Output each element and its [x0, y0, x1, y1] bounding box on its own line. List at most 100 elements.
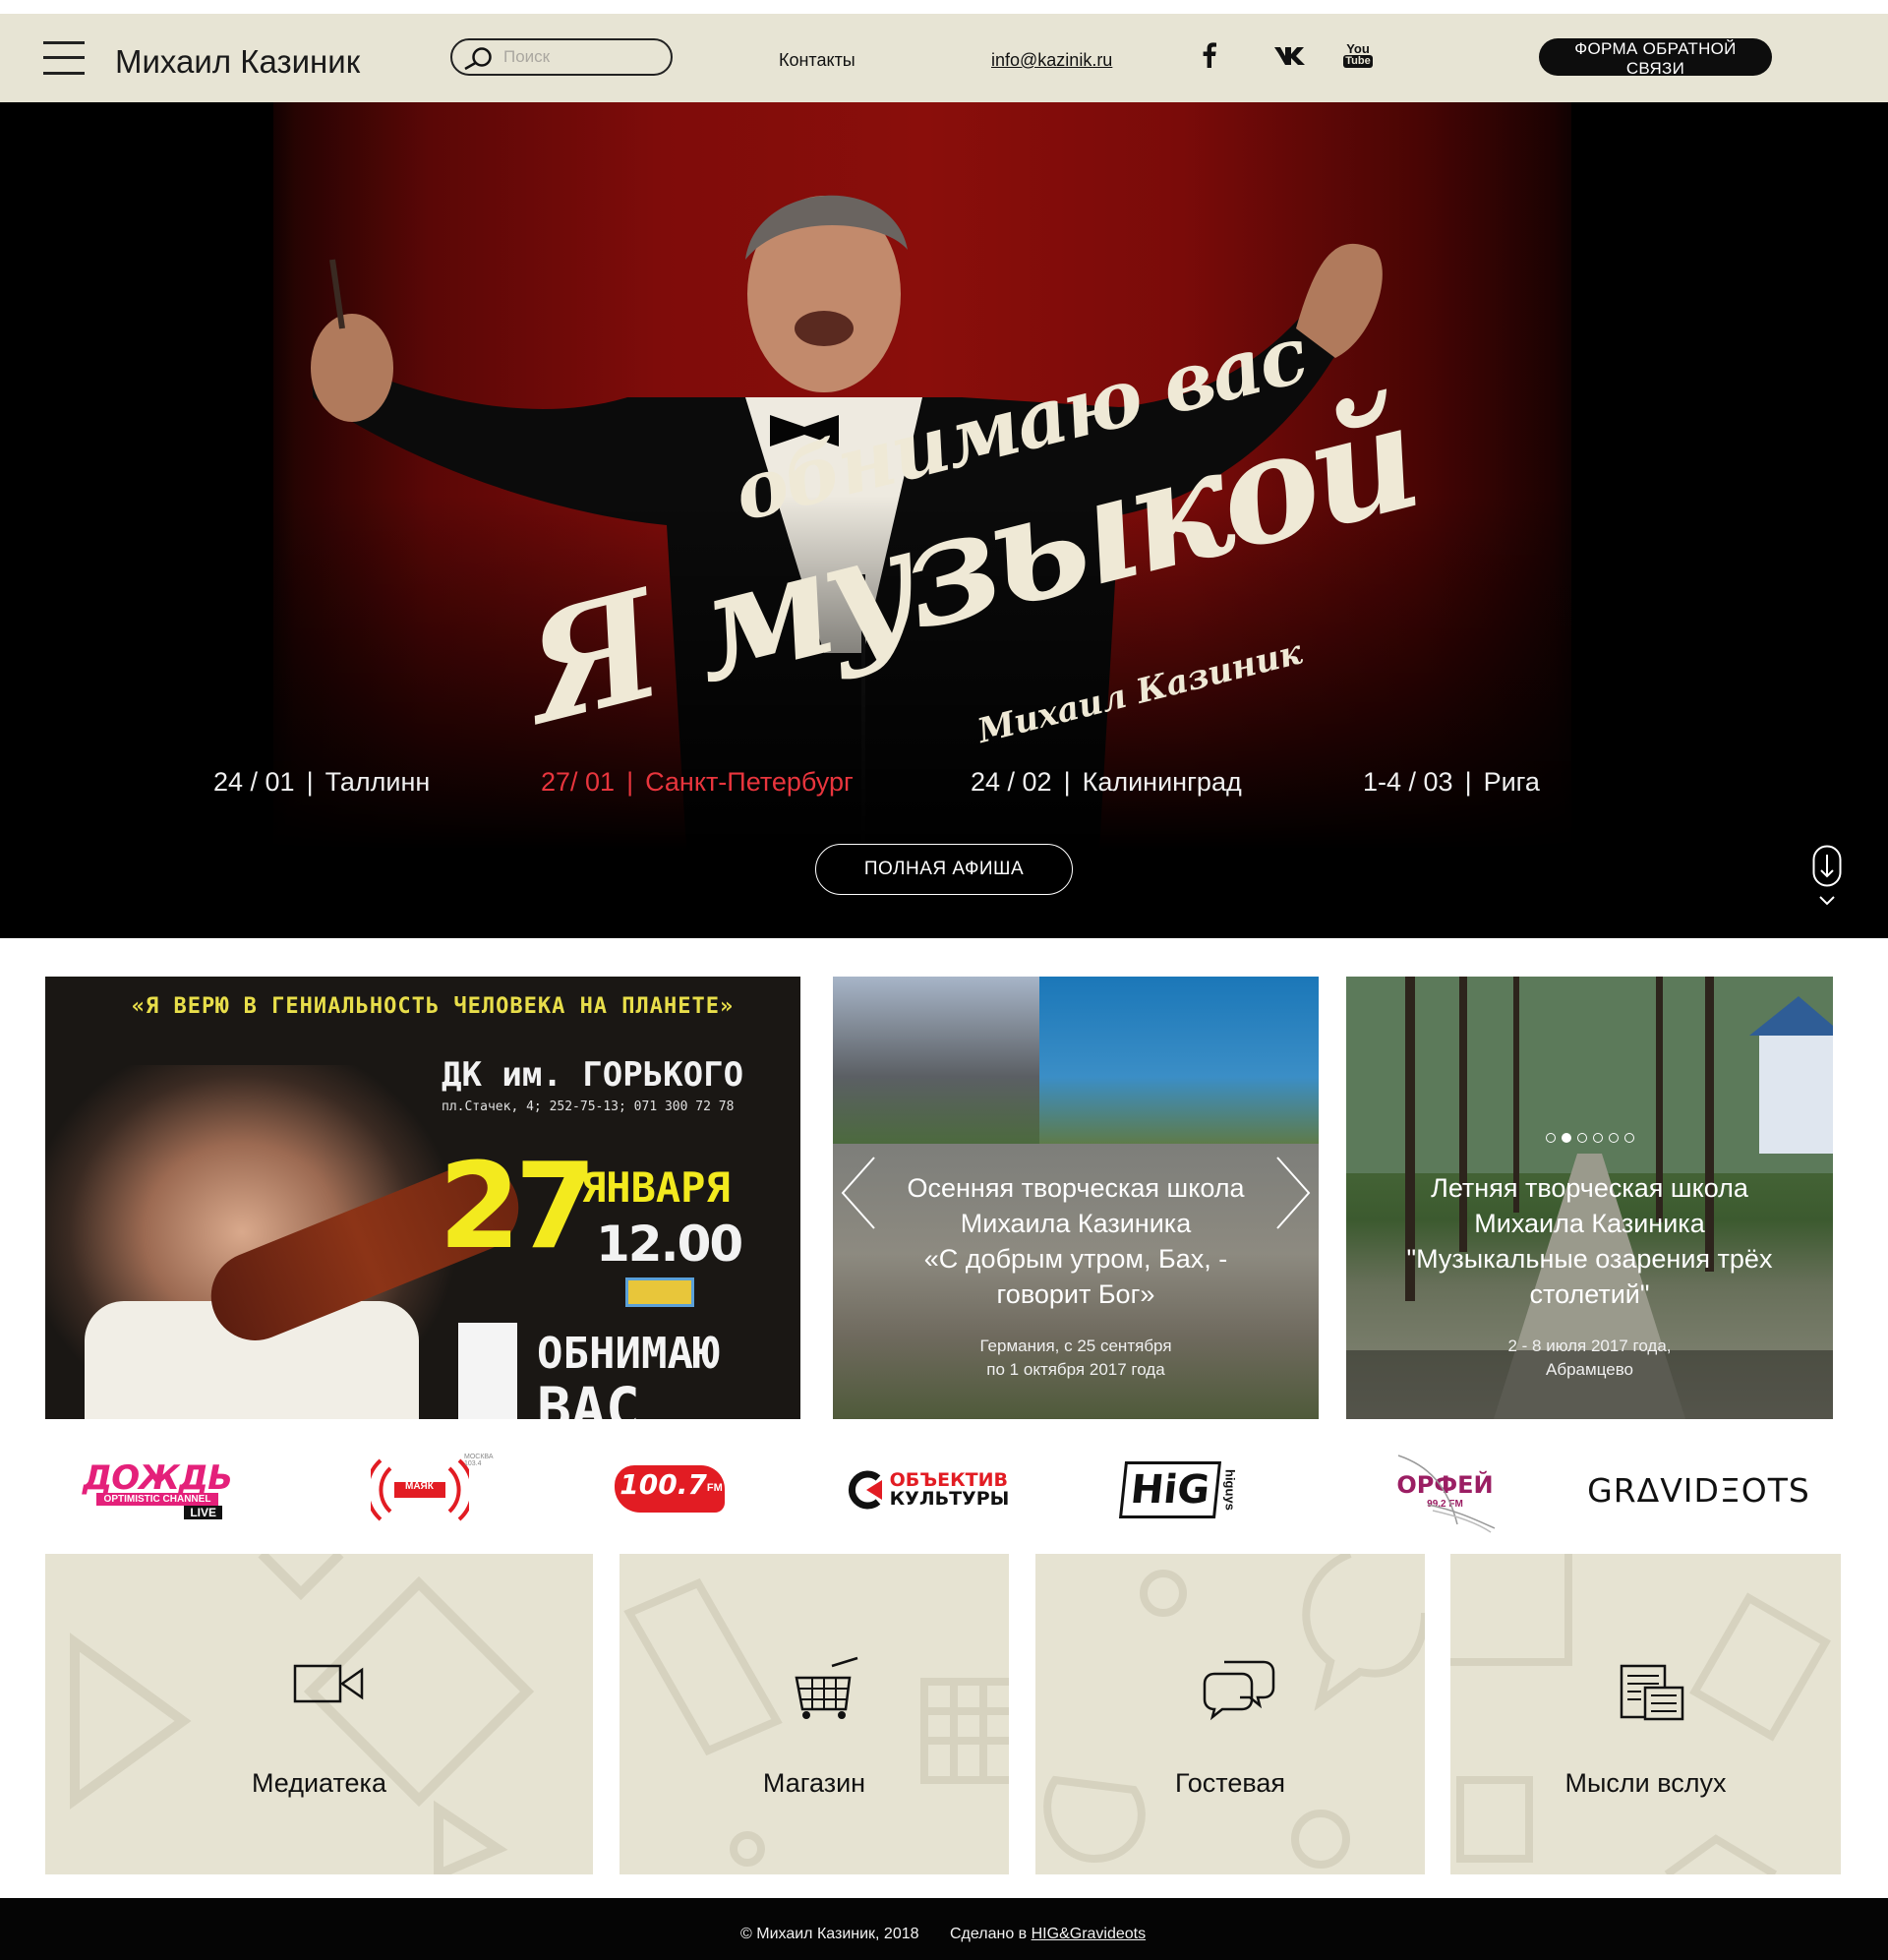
event-date: 1-4 / 03: [1363, 767, 1453, 797]
search-input[interactable]: [502, 44, 659, 70]
event-item-active[interactable]: 27/ 01 | Санкт-Петербург: [541, 767, 854, 798]
carousel-dot[interactable]: [1545, 1133, 1556, 1143]
summer-school-card[interactable]: Летняя творческая школа Михаила Казиника…: [1346, 977, 1833, 1419]
tile-mediateka[interactable]: Медиатека: [45, 1554, 593, 1874]
made-by-prefix: Сделано в: [950, 1926, 1028, 1942]
search-icon[interactable]: [460, 45, 496, 71]
partner-name: HiG: [1119, 1461, 1222, 1518]
tile-label: Магазин: [762, 1768, 866, 1798]
carousel-dot[interactable]: [1576, 1133, 1587, 1143]
poster-badge: [625, 1277, 694, 1307]
tile-magazin[interactable]: Магазин: [620, 1554, 1009, 1874]
scroll-down-icon[interactable]: [1812, 845, 1842, 914]
event-item[interactable]: 1-4 / 03 | Рига: [1363, 767, 1540, 798]
sub-line: 2 - 8 июля 2017 года,: [1507, 1336, 1672, 1355]
partner-mayak-logo[interactable]: МАЯК МОСКВА 103.4: [346, 1436, 494, 1544]
site-title[interactable]: Михаил Казиник: [115, 43, 360, 81]
partner-higuys-logo[interactable]: HiG higuys: [1119, 1436, 1238, 1544]
poster-address: пл.Стачек, 4; 252-75-13; 071 300 72 78: [442, 1099, 735, 1114]
nav-contacts[interactable]: Контакты: [779, 50, 856, 71]
event-date: 27/ 01: [541, 767, 616, 797]
event-separator: |: [306, 767, 314, 797]
photo-tower: [1039, 977, 1319, 1144]
poster-month: ЯНВАРЯ: [581, 1163, 731, 1212]
tile-mysli-vsluh[interactable]: Мысли вслух: [1450, 1554, 1841, 1874]
full-schedule-button[interactable]: ПОЛНАЯ АФИША: [815, 844, 1073, 895]
partner-tagline: FM: [706, 1482, 723, 1494]
event-date: 24 / 02: [971, 767, 1052, 797]
made-by: Сделано в HIG&Gravideots: [950, 1926, 1146, 1943]
top-strip: [0, 0, 1888, 14]
obektiv-icon: [848, 1470, 882, 1510]
search-box[interactable]: [450, 38, 673, 76]
menu-icon[interactable]: [43, 39, 85, 77]
title-line: "Музыкальные озарения трёх: [1406, 1244, 1773, 1274]
partner-obektiv-kultury-logo[interactable]: ОБЪЕКТИВ КУЛЬТУРЫ: [841, 1436, 1013, 1544]
partner-tagline: OPTIMISTIC CHANNEL: [95, 1492, 219, 1506]
event-separator: |: [626, 767, 634, 797]
partner-gravideots-logo[interactable]: GRΔVIDΞOTS: [1583, 1436, 1814, 1544]
title-line: Михаила Казиника: [960, 1209, 1192, 1238]
tile-gostevaya[interactable]: Гостевая: [1035, 1554, 1425, 1874]
event-city: Таллинн: [324, 767, 431, 797]
partner-tagline: higuys: [1222, 1469, 1238, 1511]
photo-cathedral: [833, 977, 1039, 1144]
youtube-icon[interactable]: You Tube: [1343, 37, 1373, 73]
title-line: Осенняя творческая школа: [907, 1173, 1245, 1203]
poster-bottom-line-1: ОБНИМАЮ: [537, 1329, 720, 1379]
partners-strip: ДОЖДЬ OPTIMISTIC CHANNEL LIVE МАЯК МОСКВ…: [0, 1436, 1888, 1544]
site-header: Михаил Казиник Контакты info@kazinik.ru …: [0, 14, 1888, 102]
title-line: Летняя творческая школа: [1431, 1173, 1748, 1203]
events-strip: 24 / 01 | Таллинн 27/ 01 | Санкт-Петербург 2…: [0, 767, 1888, 806]
title-line: «С добрым утром, Бах, -: [923, 1244, 1228, 1274]
developer-link[interactable]: HIG&Gravideots: [1032, 1926, 1146, 1942]
poster-slogan: «Я ВЕРЮ В ГЕНИАЛЬНОСТЬ ЧЕЛОВЕКА НА ПЛАНЕ…: [131, 994, 735, 1019]
carousel-dot[interactable]: [1608, 1133, 1619, 1143]
event-separator: |: [1063, 767, 1071, 797]
event-city: Рига: [1483, 767, 1540, 797]
chat-bubbles-icon: [1203, 1660, 1275, 1721]
concert-poster-card[interactable]: «Я ВЕРЮ В ГЕНИАЛЬНОСТЬ ЧЕЛОВЕКА НА ПЛАНЕ…: [45, 977, 800, 1419]
title-line: Михаила Казиника: [1474, 1209, 1705, 1238]
youtube-tube-text: Tube: [1343, 55, 1373, 68]
carousel-dot-active[interactable]: [1561, 1133, 1571, 1143]
poster-time: 12.00: [596, 1216, 743, 1273]
partner-1007-logo[interactable]: 100.7 FM: [615, 1436, 728, 1544]
event-separator: |: [1464, 767, 1472, 797]
summer-school-dates: 2 - 8 июля 2017 года, Абрамцево: [1346, 1335, 1833, 1382]
tile-label: Медиатека: [252, 1768, 386, 1798]
carousel-dot[interactable]: [1592, 1133, 1603, 1143]
tile-label: Гостевая: [1174, 1768, 1286, 1798]
autumn-school-card[interactable]: Осенняя творческая школа Михаила Казиник…: [833, 977, 1319, 1419]
poster-big-letter: [458, 1323, 517, 1419]
carousel-dot[interactable]: [1623, 1133, 1634, 1143]
event-item[interactable]: 24 / 01 | Таллинн: [213, 767, 430, 798]
newspaper-icon: [1620, 1664, 1684, 1721]
partner-tagline: МОСКВА 103.4: [464, 1454, 494, 1467]
partner-orfey-logo[interactable]: ОРФЕЙ 99.2 FM: [1388, 1436, 1502, 1544]
title-line: столетий": [1529, 1279, 1650, 1309]
email-link[interactable]: info@kazinik.ru: [991, 50, 1112, 71]
hero-shade-left: [0, 102, 295, 938]
autumn-school-title: Осенняя творческая школа Михаила Казиник…: [833, 1170, 1319, 1312]
partner-name: GRΔVIDΞOTS: [1587, 1470, 1810, 1510]
facebook-icon[interactable]: [1198, 37, 1221, 73]
partner-name: ДОЖДЬ: [82, 1457, 233, 1498]
title-line: говорит Бог»: [996, 1279, 1155, 1309]
poster-bottom-line-2: ВАС: [537, 1375, 640, 1419]
tile-pattern: [70, 1554, 535, 1874]
hero-shade-right: [1554, 102, 1888, 938]
vk-icon[interactable]: [1270, 37, 1310, 73]
hero-banner: обнимаю вас Я музыкой Михаил Казиник 24 …: [0, 102, 1888, 938]
feedback-form-button[interactable]: ФОРМА ОБРАТНОЙ СВЯЗИ: [1539, 38, 1772, 78]
sub-line: Германия, с 25 сентября: [979, 1336, 1172, 1355]
event-item[interactable]: 24 / 02 | Калининград: [971, 767, 1242, 798]
partner-dozhd-logo[interactable]: ДОЖДЬ OPTIMISTIC CHANNEL LIVE: [79, 1436, 236, 1544]
site-footer: © Михаил Казиник, 2018 Сделано в HIG&Gra…: [0, 1898, 1888, 1960]
tile-label: Мысли вслух: [1564, 1768, 1727, 1798]
orfey-wing-icon: [1397, 1455, 1496, 1533]
video-camera-icon: [293, 1664, 364, 1703]
event-city: Калининград: [1082, 767, 1242, 797]
sub-line: по 1 октября 2017 года: [986, 1360, 1165, 1379]
partner-name-line-2: КУЛЬТУРЫ: [889, 1488, 1010, 1510]
